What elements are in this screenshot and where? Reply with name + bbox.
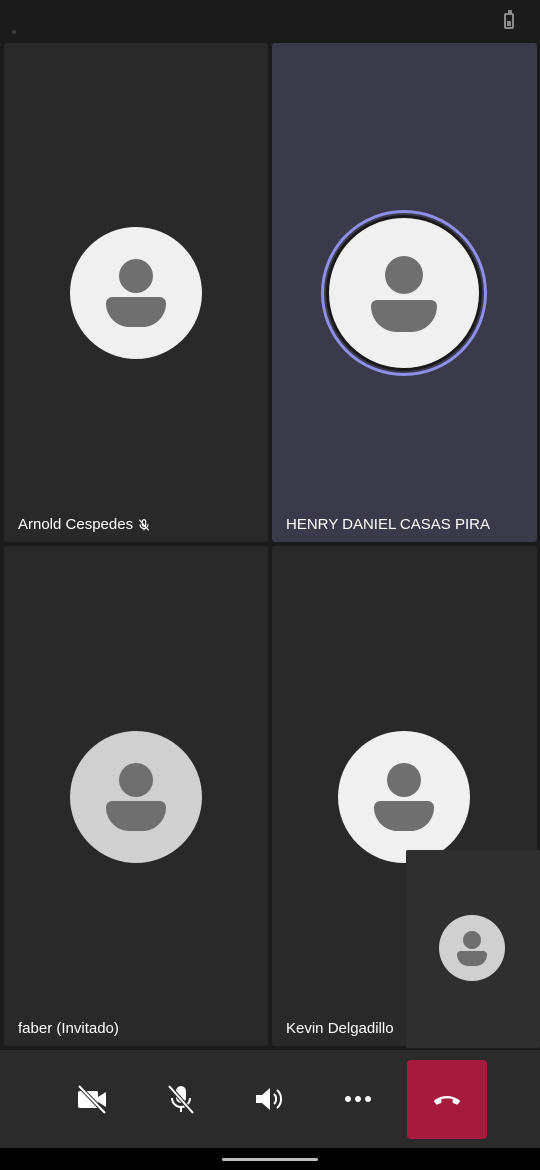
more-options-button[interactable]: [318, 1060, 398, 1138]
participant-name-label: Kevin Delgadillo: [286, 1020, 394, 1037]
system-nav-bar: [0, 1148, 540, 1170]
person-head-icon: [385, 256, 423, 294]
person-body-icon: [457, 951, 487, 966]
mic-off-icon: [167, 1084, 195, 1115]
participant-tile-arnold[interactable]: Arnold Cespedes: [4, 43, 268, 542]
avatar: [70, 227, 202, 359]
avatar: [70, 731, 202, 863]
person-body-icon: [106, 297, 166, 327]
participant-tile-henry[interactable]: HENRY DANIEL CASAS PIRA: [272, 43, 537, 542]
participant-name-label: Arnold Cespedes: [18, 516, 134, 533]
notification-dot: [12, 30, 16, 34]
participant-name: faber (Invitado): [18, 1020, 119, 1038]
battery-icon: [504, 10, 514, 29]
person-head-icon: [463, 931, 481, 949]
avatar: [338, 731, 470, 863]
participant-name-label: faber (Invitado): [18, 1020, 119, 1037]
participant-name-label: HENRY DANIEL CASAS PIRA: [286, 516, 490, 533]
participant-name: HENRY DANIEL CASAS PIRA: [286, 516, 490, 534]
call-toolbar: [0, 1050, 540, 1148]
person-body-icon: [374, 801, 434, 831]
person-body-icon: [106, 801, 166, 831]
self-view[interactable]: [406, 850, 540, 1048]
mic-toggle-button[interactable]: [141, 1060, 221, 1138]
self-avatar: [439, 915, 505, 981]
participant-name: Kevin Delgadillo: [286, 1020, 394, 1038]
hang-up-icon: [433, 1095, 461, 1105]
home-handle[interactable]: [222, 1158, 318, 1161]
person-head-icon: [119, 763, 153, 797]
avatar: [326, 215, 482, 371]
camera-off-icon: [77, 1084, 107, 1115]
hang-up-button[interactable]: [407, 1060, 487, 1139]
person-head-icon: [387, 763, 421, 797]
speaker-button[interactable]: [229, 1060, 309, 1138]
person-body-icon: [371, 300, 437, 332]
camera-toggle-button[interactable]: [52, 1060, 132, 1138]
status-bar: [0, 0, 540, 42]
participant-tile-faber[interactable]: faber (Invitado): [4, 546, 268, 1046]
participant-name: Arnold Cespedes: [18, 516, 151, 534]
mic-off-icon: [138, 519, 150, 531]
person-head-icon: [119, 259, 153, 293]
more-icon: [345, 1096, 371, 1102]
speaking-ring: [321, 210, 487, 376]
speaker-icon: [256, 1088, 283, 1110]
